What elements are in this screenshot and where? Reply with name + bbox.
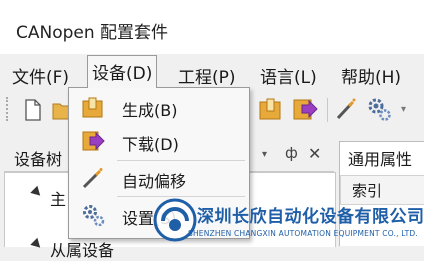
download-icon[interactable] <box>292 97 318 121</box>
toolbar-overflow-icon[interactable]: ▾ <box>401 104 406 115</box>
menu-item-label: 下载(D) <box>122 135 179 154</box>
menu-help[interactable]: 帮助(H) <box>341 63 401 88</box>
tree-node-slaves[interactable]: 从属设备 <box>50 237 114 261</box>
magic-wand-icon[interactable] <box>334 97 358 121</box>
toolbar-separator <box>327 98 328 122</box>
watermark-company-en: SHENZHEN CHANGXIN AUTOMATION EQUIPMENT C… <box>188 229 418 238</box>
new-file-icon[interactable] <box>24 99 42 121</box>
menu-item-build[interactable]: 生成(B) <box>69 90 249 124</box>
menu-project[interactable]: 工程(P) <box>178 63 236 88</box>
magic-wand-icon <box>82 168 103 189</box>
menu-file[interactable]: 文件(F) <box>12 63 69 88</box>
panel-menu-icon[interactable]: ▾ <box>262 149 267 160</box>
menu-device[interactable]: 设备(D) <box>87 55 158 88</box>
menu-item-label: 自动偏移 <box>122 172 187 191</box>
menu-language[interactable]: 语言(L) <box>260 63 317 88</box>
props-panel-title: 通用属性 <box>348 150 413 169</box>
pin-icon[interactable]: ф <box>285 144 298 162</box>
build-icon[interactable] <box>258 97 284 121</box>
menu-item-auto-offset[interactable]: 自动偏移 <box>69 161 249 195</box>
toolbar-grip[interactable] <box>6 97 12 121</box>
window-title: CANopen 配置套件 <box>16 23 169 43</box>
menu-item-download[interactable]: 下载(D) <box>69 124 249 158</box>
menu-item-label: 生成(B) <box>122 101 178 120</box>
gear-icon <box>83 205 105 226</box>
download-icon <box>82 131 105 151</box>
settings-gear-icon[interactable] <box>366 96 392 122</box>
tree-panel-title: 设备树 <box>14 150 63 169</box>
build-icon <box>82 97 103 118</box>
tree-node-master[interactable]: 主 <box>50 186 66 210</box>
close-icon[interactable]: ✕ <box>308 144 321 163</box>
watermark-company-cn: 深圳长欣自动化设备有限公司 <box>197 207 424 227</box>
